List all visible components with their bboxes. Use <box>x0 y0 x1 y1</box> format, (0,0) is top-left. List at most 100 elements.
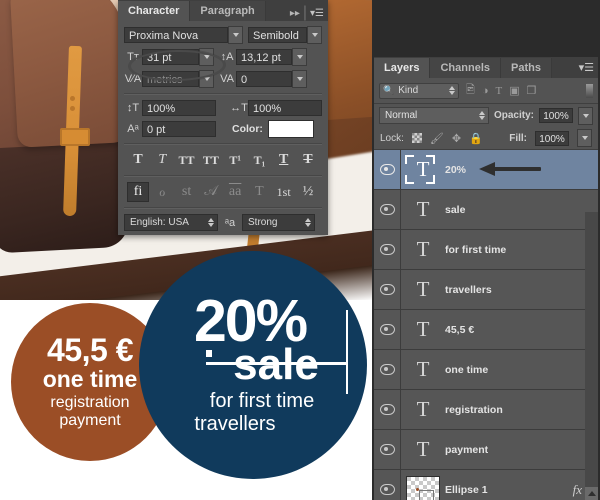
filter-toggle-icon[interactable] <box>586 83 593 98</box>
adjustment-layers-filter-icon[interactable]: ◑ <box>482 85 489 97</box>
tab-paths[interactable]: Paths <box>501 58 552 78</box>
layer-visibility-toggle[interactable] <box>374 470 401 500</box>
layer-visibility-toggle[interactable] <box>374 430 401 469</box>
antialias-select[interactable]: Strong <box>242 214 315 231</box>
font-size-dropdown[interactable] <box>199 48 214 66</box>
scroll-up-button[interactable] <box>585 487 598 500</box>
layer-visibility-toggle[interactable] <box>374 230 401 269</box>
small-caps-button[interactable]: TT <box>200 150 222 170</box>
layer-visibility-toggle[interactable] <box>374 350 401 389</box>
layer-row[interactable]: Tpayment <box>374 430 598 470</box>
baseline-shift-input[interactable]: 0 pt <box>142 121 216 137</box>
layer-row[interactable]: Ellipse 1 fx <box>374 470 598 500</box>
layer-row[interactable]: Ttravellers <box>374 270 598 310</box>
tab-paragraph[interactable]: Paragraph <box>190 1 266 21</box>
layer-visibility-toggle[interactable] <box>374 150 401 189</box>
lock-position-icon[interactable]: ✥ <box>452 132 461 145</box>
superscript-button[interactable]: T¹ <box>224 150 246 170</box>
double-chevron-right-icon[interactable]: ▸▸ <box>290 8 300 19</box>
stylistic-alternates-button[interactable]: aa <box>224 182 246 202</box>
tab-character[interactable]: Character <box>118 1 191 21</box>
layers-panel-tabbar: Layers Channels Paths ▾☰ <box>374 57 598 78</box>
fill-dropdown[interactable] <box>577 129 592 147</box>
fractions-button[interactable]: ½ <box>297 182 319 202</box>
kerning-input[interactable]: metrics <box>142 71 199 87</box>
layer-list[interactable]: T 20% Tsale Tfor first time Ttravellers T 45,5… <box>374 150 598 500</box>
discretionary-ligatures-button[interactable]: st <box>176 182 198 202</box>
faux-bold-button[interactable]: T <box>127 150 149 170</box>
kerning-dropdown[interactable] <box>199 70 214 88</box>
font-size-input[interactable]: 31 pt <box>142 49 199 65</box>
layer-thumbnail[interactable]: T <box>401 237 445 262</box>
layers-scrollbar[interactable] <box>585 212 598 500</box>
font-style-dropdown[interactable] <box>307 26 322 44</box>
lock-image-pixels-icon[interactable]: 🖌 <box>430 132 444 145</box>
filter-kind-select[interactable]: 🔍 Kind <box>379 82 459 99</box>
blend-mode-select[interactable]: Normal <box>379 107 489 124</box>
faux-italic-button[interactable]: T <box>151 150 173 170</box>
subscript-button[interactable]: T₁ <box>248 150 270 170</box>
layer-row[interactable]: Tone time <box>374 350 598 390</box>
layer-visibility-toggle[interactable] <box>374 310 401 349</box>
panel-menu-icon[interactable]: ▾☰ <box>579 61 594 74</box>
language-stepper-icon[interactable] <box>208 218 214 227</box>
blend-mode-stepper-icon[interactable] <box>478 111 485 120</box>
panel-menu-icon[interactable]: ▾☰ <box>310 8 324 19</box>
layer-name: sale <box>445 203 466 216</box>
font-style-input[interactable]: Semibold <box>248 27 307 43</box>
lock-all-icon[interactable]: 🔒 <box>469 132 483 145</box>
antialias-stepper-icon[interactable] <box>305 218 311 227</box>
font-family-input[interactable]: Proxima Nova <box>124 27 228 43</box>
tracking-input[interactable]: 0 <box>236 71 292 87</box>
layers-panel[interactable]: Layers Channels Paths ▾☰ 🔍 Kind 🖻 ◑ T ▣ … <box>374 57 598 500</box>
selected-layer-marquee <box>405 155 435 184</box>
opacity-dropdown[interactable] <box>578 106 593 125</box>
language-select[interactable]: English: USA <box>124 214 218 231</box>
contextual-alternates-button[interactable]: ℴ <box>151 182 173 202</box>
layer-thumbnail[interactable]: T <box>401 437 445 462</box>
ordinals-button[interactable]: 1st <box>273 182 295 202</box>
badge-onetime-text: one time <box>42 366 138 393</box>
layer-row[interactable]: Tsale <box>374 190 598 230</box>
tracking-dropdown[interactable] <box>292 70 307 88</box>
tab-layers[interactable]: Layers <box>374 58 431 78</box>
vertical-scale-input[interactable]: 100% <box>142 100 216 116</box>
layer-thumbnail[interactable]: T <box>401 277 445 302</box>
layer-effects-badge[interactable]: fx <box>573 482 582 498</box>
all-caps-button[interactable]: TT <box>176 150 198 170</box>
standard-ligatures-button[interactable]: fi <box>127 182 149 202</box>
layer-visibility-toggle[interactable] <box>374 270 401 309</box>
tab-channels[interactable]: Channels <box>430 58 501 78</box>
filter-kind-stepper-icon[interactable] <box>449 86 455 95</box>
underline-button[interactable]: T <box>273 150 295 170</box>
layer-visibility-toggle[interactable] <box>374 190 401 229</box>
swash-button[interactable]: 𝒜 <box>200 182 222 202</box>
horizontal-scale-input[interactable]: 100% <box>248 100 322 116</box>
sale-badge-blue[interactable]: 20% sale for first time travellers <box>139 251 367 479</box>
titling-alternates-button[interactable]: T <box>248 182 270 202</box>
shape-layers-filter-icon[interactable]: ▣ <box>509 84 519 97</box>
character-panel[interactable]: Character Paragraph ▸▸ | ▾☰ Proxima Nova… <box>118 0 328 235</box>
type-layers-filter-icon[interactable]: T <box>496 85 503 97</box>
text-color-swatch[interactable] <box>267 120 314 138</box>
lock-transparent-pixels-icon[interactable] <box>411 133 422 143</box>
leading-dropdown[interactable] <box>292 48 307 66</box>
layer-row[interactable]: Tfor first time <box>374 230 598 270</box>
layer-row[interactable]: Tregistration <box>374 390 598 430</box>
pixel-layers-filter-icon[interactable]: 🖻 <box>466 81 475 100</box>
layer-visibility-toggle[interactable] <box>374 390 401 429</box>
layer-thumbnail[interactable]: T <box>401 397 445 422</box>
smart-object-filter-icon[interactable]: ❐ <box>527 84 537 97</box>
layer-row[interactable]: T 20% <box>374 150 598 190</box>
layer-thumbnail[interactable]: T <box>401 317 445 342</box>
fill-input[interactable]: 100% <box>535 130 569 146</box>
font-family-dropdown[interactable] <box>228 26 243 44</box>
leading-input[interactable]: 13,12 pt <box>236 49 292 65</box>
opacity-input[interactable]: 100% <box>539 108 573 123</box>
strikethrough-button[interactable]: T <box>297 150 319 170</box>
layer-row[interactable]: T 45,5 € <box>374 310 598 350</box>
layer-thumbnail[interactable]: T <box>401 197 445 222</box>
layer-thumbnail[interactable]: T <box>401 357 445 382</box>
layer-thumbnail[interactable] <box>401 475 445 500</box>
filter-kind-label: Kind <box>398 85 419 96</box>
